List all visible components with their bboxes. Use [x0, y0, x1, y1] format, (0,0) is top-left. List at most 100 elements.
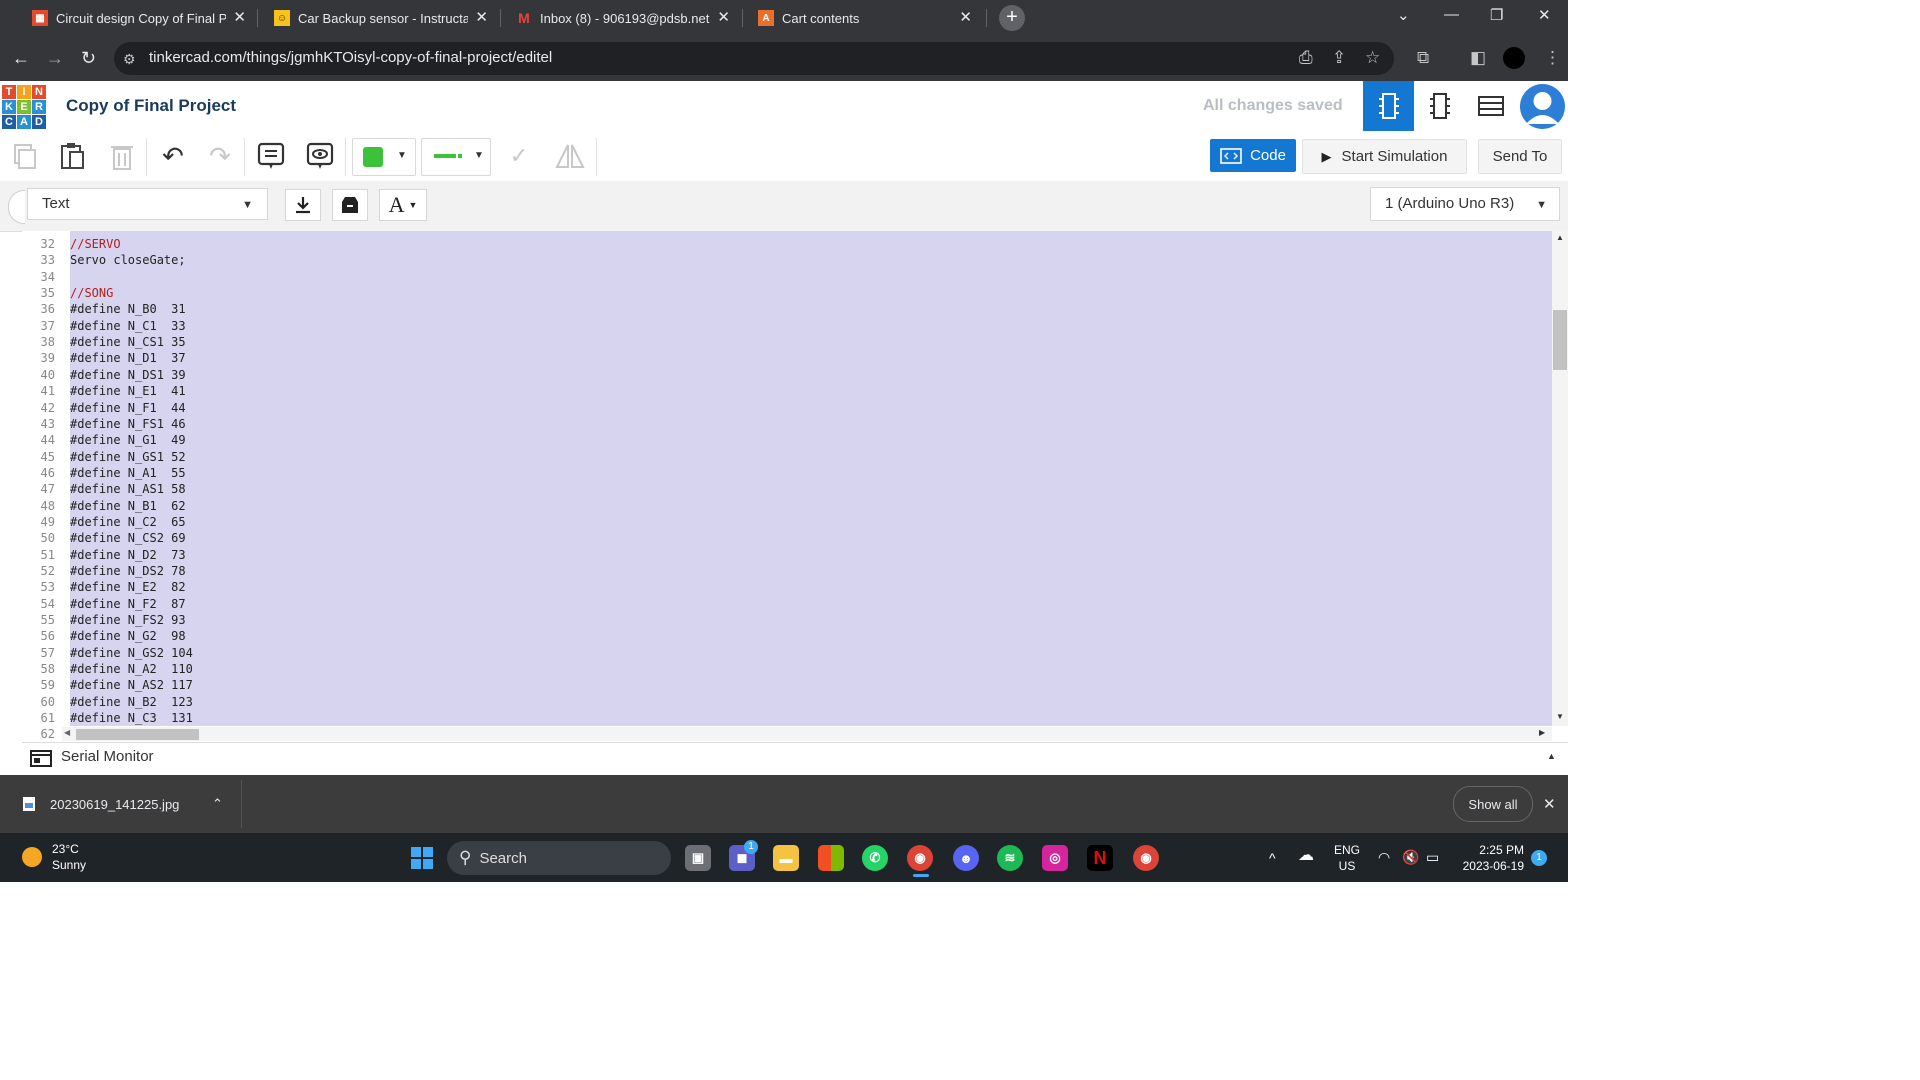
wifi-icon[interactable]: ◠: [1378, 849, 1390, 865]
serial-monitor-bar[interactable]: [22, 742, 1568, 775]
circuit-view-button[interactable]: [1363, 81, 1414, 131]
volume-muted-icon[interactable]: 🔇: [1402, 849, 1419, 865]
close-tab-icon[interactable]: ✕: [959, 8, 972, 26]
undo-icon[interactable]: ↶: [157, 140, 189, 172]
notes-visibility-icon[interactable]: [304, 140, 336, 172]
component-list-button[interactable]: [1465, 81, 1516, 131]
spotify-icon[interactable]: ≋: [997, 845, 1023, 871]
scroll-down-arrow-icon[interactable]: ▼: [1556, 712, 1564, 721]
browser-tab-circuit-design[interactable]: ▦ Circuit design Copy of Final Pro ✕: [20, 4, 256, 32]
close-tab-icon[interactable]: ✕: [717, 8, 730, 26]
clock[interactable]: 2:25 PM 2023-06-19: [1458, 842, 1524, 874]
notes-icon[interactable]: [255, 140, 287, 172]
whatsapp-icon[interactable]: ✆: [862, 845, 888, 871]
language-indicator[interactable]: ENG US: [1334, 842, 1360, 874]
browser-tab-cart[interactable]: A Cart contents ✕: [746, 4, 982, 32]
delete-trash-icon[interactable]: [106, 140, 138, 172]
site-info-icon[interactable]: ⚙: [123, 51, 136, 68]
line-number: 35: [40, 286, 55, 301]
show-all-downloads-button[interactable]: Show all: [1453, 786, 1533, 822]
code-editor[interactable]: 32 //SERVO 33 Servo closeGate; 34 35 //SONG 36 #…: [22, 231, 1552, 726]
horizontal-scroll-thumb[interactable]: [76, 729, 199, 740]
task-view-icon[interactable]: ▣: [685, 845, 711, 871]
close-tab-icon[interactable]: ✕: [475, 8, 488, 26]
start-simulation-button[interactable]: ▶ Start Simulation: [1302, 139, 1467, 174]
discord-icon[interactable]: ☻: [953, 845, 979, 871]
schematic-view-button[interactable]: [1414, 81, 1465, 131]
tab-search-chevron-icon[interactable]: ⌄: [1397, 6, 1410, 24]
file-explorer-icon[interactable]: ▬: [773, 845, 799, 871]
microsoft-store-icon[interactable]: [818, 845, 844, 871]
tinkercad-logo[interactable]: T I N K E R C A D: [2, 85, 46, 129]
horizontal-scrollbar[interactable]: ◀ ▶: [62, 727, 1552, 741]
code-text: #define N_FS2 93: [70, 613, 186, 628]
chevron-up-icon[interactable]: ⌃: [212, 796, 223, 812]
restore-icon[interactable]: ❐: [1490, 6, 1503, 24]
libraries-button[interactable]: [332, 189, 368, 221]
minimize-icon[interactable]: —: [1444, 6, 1459, 23]
weather-widget[interactable]: 23°C Sunny: [52, 841, 86, 873]
code-button[interactable]: Code: [1210, 139, 1296, 172]
font-size-button[interactable]: A ▼: [379, 189, 427, 221]
show-hidden-icons-chevron-icon[interactable]: ^: [1269, 850, 1276, 866]
paste-icon[interactable]: [56, 140, 88, 172]
forward-arrow-icon[interactable]: →: [46, 48, 64, 69]
notification-badge[interactable]: 1: [1531, 850, 1547, 866]
close-window-icon[interactable]: ✕: [1538, 6, 1551, 24]
reload-icon[interactable]: ↻: [81, 48, 96, 69]
language: ENG: [1334, 843, 1361, 857]
fill-color-picker[interactable]: ▼: [352, 138, 416, 176]
side-panel-icon[interactable]: ◧: [1470, 48, 1486, 68]
copy-icon[interactable]: [8, 140, 40, 172]
device-select[interactable]: 1 (Arduino Uno R3) ▼: [1370, 187, 1560, 221]
rotate-icon[interactable]: ✓: [503, 140, 535, 172]
wire-style-picker[interactable]: ▼: [421, 138, 491, 176]
user-avatar[interactable]: [1520, 84, 1565, 129]
wire-style-icon: [434, 154, 456, 158]
start-windows-icon[interactable]: [409, 845, 435, 871]
scroll-up-arrow-icon[interactable]: ▲: [1556, 233, 1564, 242]
scroll-left-arrow-icon[interactable]: ◀: [64, 728, 70, 737]
close-download-bar-icon[interactable]: ✕: [1543, 795, 1556, 813]
code-text: #define N_AS1 58: [70, 482, 186, 497]
send-to-button[interactable]: Send To: [1478, 139, 1562, 174]
new-tab-button[interactable]: +: [999, 5, 1025, 31]
code-text: #define N_DS2 78: [70, 564, 186, 578]
code-text: #define N_GS1 52: [70, 449, 186, 464]
download-code-button[interactable]: [285, 189, 321, 221]
taskbar-search[interactable]: ⚲ Search: [447, 841, 671, 875]
line-number: 52: [40, 564, 55, 578]
code-text: #define N_DS1 39: [70, 367, 186, 382]
serial-monitor-label[interactable]: Serial Monitor: [61, 748, 154, 765]
onedrive-cloud-icon[interactable]: ☁: [1298, 848, 1314, 864]
bookmark-star-icon[interactable]: ☆: [1365, 48, 1380, 68]
chrome-profile-icon[interactable]: ◉: [1133, 845, 1159, 871]
flip-icon[interactable]: [554, 140, 586, 172]
project-title[interactable]: Copy of Final Project: [66, 96, 236, 116]
wire-style-icon: [458, 154, 462, 158]
battery-icon[interactable]: ▭: [1426, 849, 1439, 865]
editor-mode-select[interactable]: Text ▼: [27, 188, 268, 220]
back-arrow-icon[interactable]: ←: [12, 48, 30, 69]
share-icon[interactable]: ⇪: [1332, 48, 1346, 68]
menu-kebab-icon[interactable]: ⋮: [1544, 48, 1561, 68]
download-filename[interactable]: 20230619_141225.jpg: [50, 797, 179, 812]
netflix-icon[interactable]: N: [1087, 845, 1113, 871]
vertical-scroll-thumb[interactable]: [1553, 310, 1567, 370]
install-app-icon[interactable]: ⎙: [1299, 48, 1313, 68]
redo-icon[interactable]: ↷: [204, 140, 236, 172]
scroll-right-arrow-icon[interactable]: ▶: [1539, 728, 1545, 737]
code-text: #define N_F1 44: [70, 400, 186, 415]
vertical-scrollbar[interactable]: ▲ ▼: [1552, 231, 1568, 726]
browser-tab-instructables[interactable]: ☺ Car Backup sensor - Instructabl ✕: [262, 4, 498, 32]
extensions-puzzle-icon[interactable]: ⧉: [1417, 48, 1429, 68]
url-text[interactable]: tinkercad.com/things/jgmhKTOisyl-copy-of…: [149, 49, 552, 66]
close-tab-icon[interactable]: ✕: [233, 8, 246, 26]
time: 2:25 PM: [1479, 843, 1524, 857]
expand-serial-icon[interactable]: ▲: [1547, 751, 1556, 761]
chrome-icon[interactable]: ◉: [907, 845, 933, 871]
profile-avatar-icon[interactable]: [1503, 47, 1525, 69]
instagram-icon[interactable]: ◎: [1042, 845, 1068, 871]
browser-tab-gmail[interactable]: M Inbox (8) - 906193@pdsb.net - ✕: [504, 4, 740, 32]
code-text: #define N_FS1 46: [70, 416, 186, 431]
